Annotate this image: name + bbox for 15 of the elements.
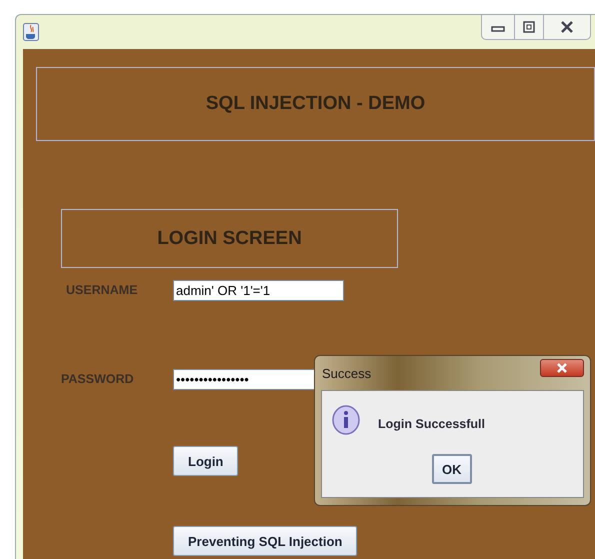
info-icon bbox=[332, 405, 360, 435]
close-button[interactable] bbox=[540, 359, 584, 377]
field-label: USERNAME bbox=[66, 283, 139, 297]
java-cup-icon bbox=[23, 23, 39, 41]
dialog-message: Login Successfull bbox=[378, 417, 485, 431]
close-icon bbox=[556, 362, 568, 372]
field-label: PASSWORD bbox=[61, 372, 135, 386]
login-screen-panel: LOGIN SCREEN bbox=[61, 209, 398, 268]
username-field[interactable]: admin' OR '1'='1 bbox=[173, 280, 344, 300]
close-icon[interactable] bbox=[559, 20, 575, 34]
login-button[interactable]: Login bbox=[173, 446, 238, 476]
maximize-icon[interactable] bbox=[521, 20, 537, 34]
prevent-injection-button[interactable]: Preventing SQL Injection bbox=[173, 526, 358, 556]
app-title-panel: SQL INJECTION - DEMO bbox=[36, 67, 595, 141]
ok-button[interactable]: OK bbox=[432, 454, 472, 484]
